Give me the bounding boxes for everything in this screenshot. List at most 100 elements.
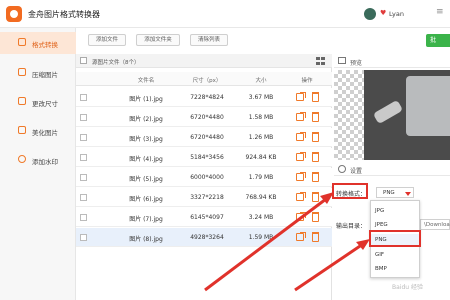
file-size: 768.94 KB (245, 194, 277, 201)
toolbar: 添加文件 添加文件夹 清除列表 (76, 28, 450, 52)
sidebar-item-compress[interactable]: 压缩图片 (0, 62, 76, 84)
table-row[interactable]: 图片 (2).jpg 6720*4480 1.58 MB (76, 108, 332, 127)
file-name: 图片 (4).jpg (129, 156, 163, 163)
file-size: 1.58 MB (248, 114, 274, 121)
beautify-icon (18, 126, 26, 134)
settings-header: 设置 (334, 162, 450, 176)
delete-icon[interactable] (312, 192, 319, 202)
sidebar-item-label: 添加水印 (32, 158, 58, 166)
app-title: 金舟图片格式转换器 (28, 10, 100, 19)
sidebar-item-beautify[interactable]: 美化图片 (0, 120, 76, 142)
table-row[interactable]: 图片 (3).jpg 6720*4480 1.26 MB (76, 128, 332, 147)
table-row[interactable]: 图片 (4).jpg 5184*3456 924.84 KB (76, 148, 332, 167)
open-file-icon[interactable] (296, 232, 306, 241)
format-select[interactable]: PNG (376, 187, 414, 198)
png-option-highlight (369, 230, 421, 247)
add-folder-button[interactable]: 添加文件夹 (136, 34, 180, 46)
file-size: 3.24 MB (248, 214, 274, 221)
user-avatar[interactable] (364, 8, 376, 20)
preview-label: 预览 (350, 60, 363, 67)
column-header: 文件名 尺寸（px） 大小 操作 (76, 72, 332, 86)
app-logo-icon (6, 6, 22, 22)
delete-icon[interactable] (312, 232, 319, 242)
sidebar-item-resize[interactable]: 更改尺寸 (0, 91, 76, 113)
resize-icon (18, 97, 26, 105)
transparent-background (334, 70, 364, 160)
format-selected-value: PNG (383, 190, 395, 196)
col-size: 大小 (255, 78, 267, 84)
file-name: 图片 (7).jpg (129, 216, 163, 223)
heart-icon: ♥ (380, 9, 387, 17)
table-row[interactable]: 图片 (6).jpg 3327*2218 768.94 KB (76, 188, 332, 207)
file-name: 图片 (1).jpg (129, 96, 163, 103)
start-convert-button[interactable]: 批 (426, 34, 450, 47)
row-checkbox[interactable] (80, 94, 87, 101)
file-dimensions: 6000*4000 (190, 174, 224, 181)
open-file-icon[interactable] (296, 152, 306, 161)
delete-icon[interactable] (312, 172, 319, 182)
settings-label: 设置 (350, 168, 363, 175)
format-option-gif[interactable]: GIF (371, 249, 419, 262)
open-file-icon[interactable] (296, 92, 306, 101)
gear-icon (338, 165, 346, 173)
format-option-bmp[interactable]: BMP (371, 263, 419, 276)
sidebar-item-label: 格式转换 (32, 41, 58, 49)
menu-icon[interactable]: ≡ (436, 7, 444, 17)
row-checkbox[interactable] (80, 154, 87, 161)
file-dimensions: 7228*4824 (190, 94, 224, 101)
file-dimensions: 4928*3264 (190, 234, 224, 241)
delete-icon[interactable] (312, 112, 319, 122)
output-dir-value: \Downloa (424, 222, 450, 228)
chevron-down-icon[interactable] (405, 192, 411, 196)
file-count-label: 源图片文件（8个） (92, 60, 140, 66)
file-size: 1.26 MB (248, 134, 274, 141)
open-file-icon[interactable] (296, 112, 306, 121)
table-row[interactable]: 图片 (8).jpg 4928*3264 1.59 MB (76, 228, 332, 247)
open-file-icon[interactable] (296, 172, 306, 181)
user-name[interactable]: Lyan (389, 10, 404, 18)
file-name: 图片 (8).jpg (129, 236, 163, 243)
watermark-text: Baidu 经验 (392, 284, 423, 291)
watermark-icon (18, 155, 26, 163)
delete-icon[interactable] (312, 212, 319, 222)
sidebar-item-label: 压缩图片 (32, 71, 58, 79)
file-size: 3.67 MB (248, 94, 274, 101)
row-checkbox[interactable] (80, 234, 87, 241)
file-list-header: 源图片文件（8个） (76, 54, 332, 68)
convert-icon (18, 38, 26, 46)
output-dir-label: 输出目录： (336, 223, 367, 230)
file-dimensions: 6145*4097 (190, 214, 224, 221)
sidebar: 格式转换 压缩图片 更改尺寸 美化图片 添加水印 (0, 28, 76, 300)
row-checkbox[interactable] (80, 194, 87, 201)
preview-image (334, 70, 450, 160)
sidebar-item-format-convert[interactable]: 格式转换 (0, 32, 76, 54)
file-size: 1.79 MB (248, 174, 274, 181)
clear-list-button[interactable]: 清除列表 (190, 34, 228, 46)
open-file-icon[interactable] (296, 132, 306, 141)
table-row[interactable]: 图片 (7).jpg 6145*4097 3.24 MB (76, 208, 332, 227)
grid-view-icon[interactable] (316, 57, 325, 65)
table-row[interactable]: 图片 (5).jpg 6000*4000 1.79 MB (76, 168, 332, 187)
open-file-icon[interactable] (296, 212, 306, 221)
row-checkbox[interactable] (80, 214, 87, 221)
open-file-icon[interactable] (296, 192, 306, 201)
row-checkbox[interactable] (80, 114, 87, 121)
add-file-button[interactable]: 添加文件 (88, 34, 126, 46)
sidebar-item-watermark[interactable]: 添加水印 (0, 149, 76, 171)
file-size: 924.84 KB (245, 154, 277, 161)
delete-icon[interactable] (312, 132, 319, 142)
compress-icon (18, 68, 26, 76)
sidebar-item-label: 美化图片 (32, 129, 58, 137)
delete-icon[interactable] (312, 92, 319, 102)
output-dir-field[interactable]: \Downloa (420, 219, 450, 230)
select-all-checkbox[interactable] (80, 57, 87, 64)
delete-icon[interactable] (312, 152, 319, 162)
table-row[interactable]: 图片 (1).jpg 7228*4824 3.67 MB (76, 88, 332, 107)
row-checkbox[interactable] (80, 174, 87, 181)
format-option-jpg[interactable]: JPG (371, 205, 419, 218)
file-name: 图片 (3).jpg (129, 136, 163, 143)
title-bar: 金舟图片格式转换器 ♥ Lyan ≡ (0, 0, 450, 28)
file-dimensions: 5184*3456 (190, 154, 224, 161)
format-label: 转换格式： (336, 191, 367, 198)
row-checkbox[interactable] (80, 134, 87, 141)
